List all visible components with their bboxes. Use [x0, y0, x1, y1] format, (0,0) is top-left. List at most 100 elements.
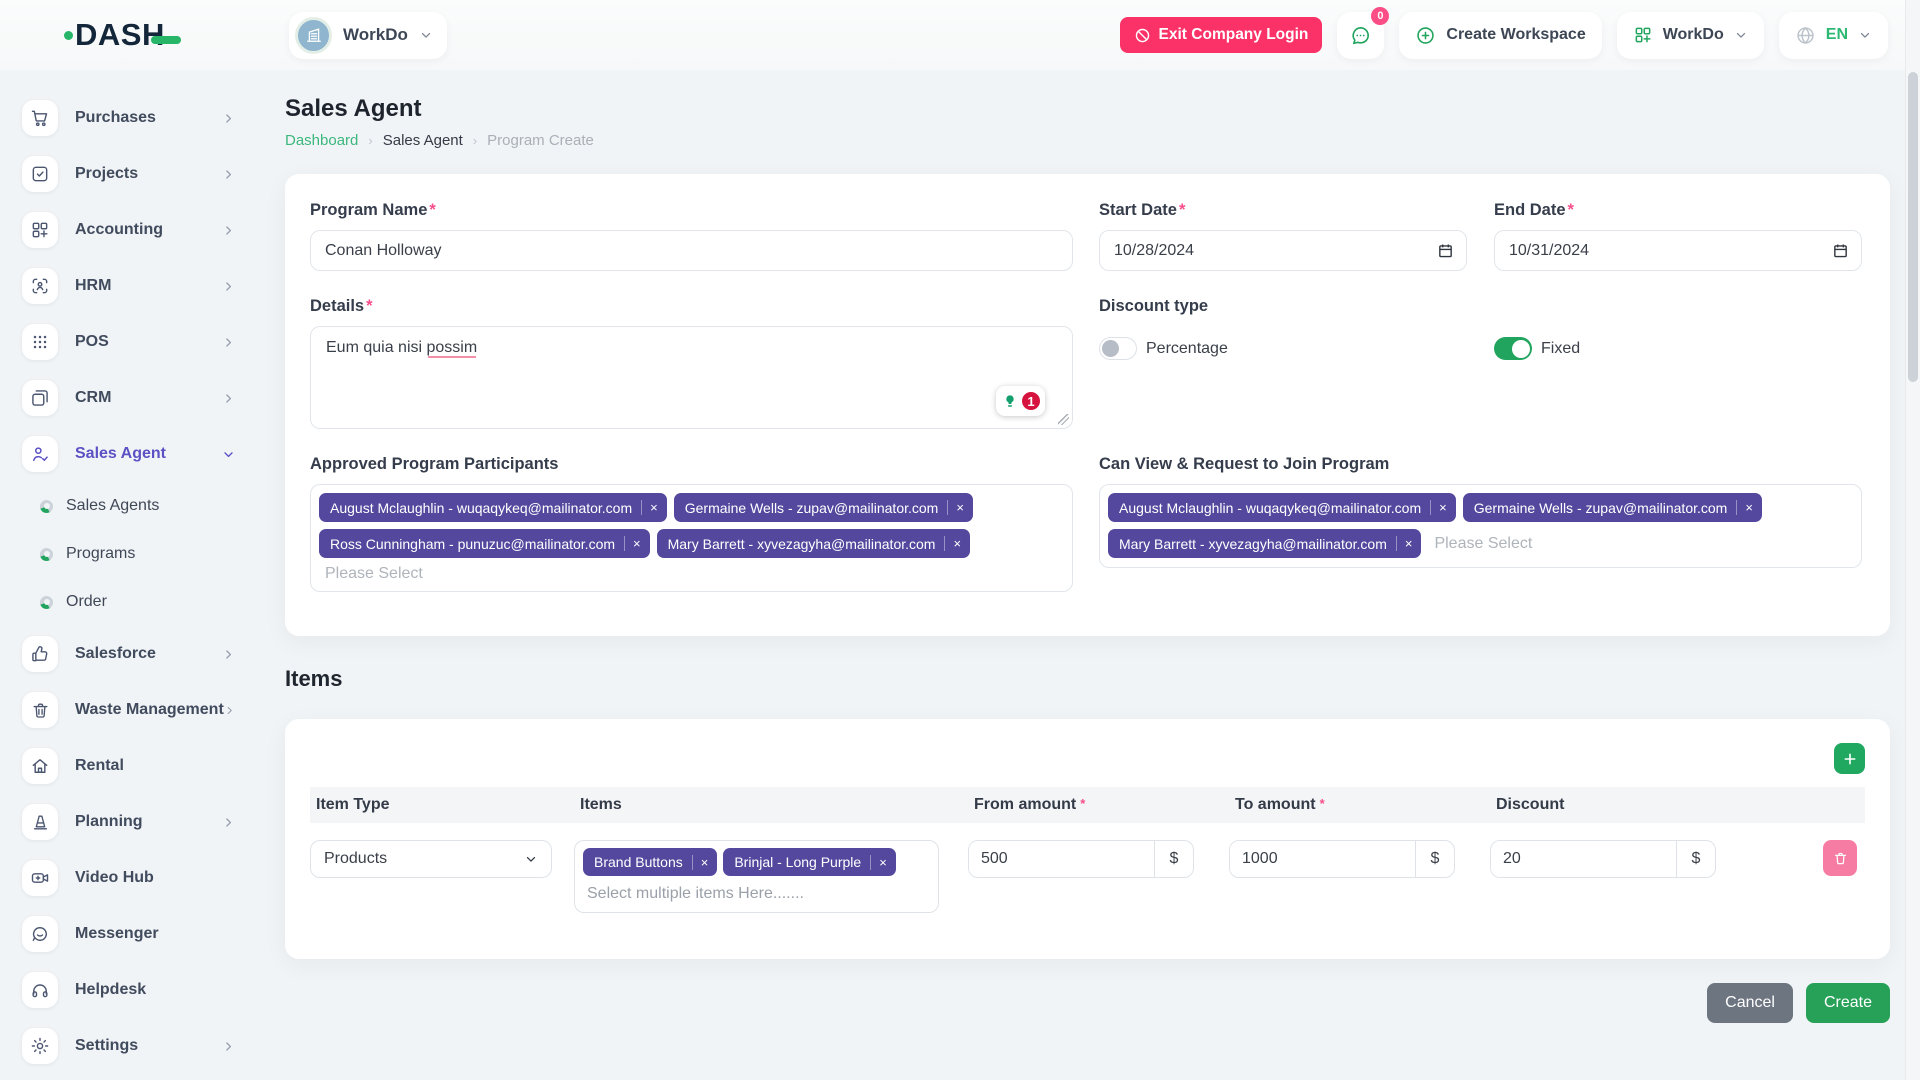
- language-code: EN: [1826, 26, 1848, 44]
- participant-tag: August Mclaughlin - wuqaqykeq@mailinator…: [1108, 493, 1456, 522]
- program-name-input[interactable]: [310, 230, 1073, 271]
- details-label: Details: [310, 297, 1073, 316]
- sidebar-item-pos[interactable]: POS: [0, 314, 255, 370]
- chevron-right-icon: [222, 280, 235, 293]
- resize-handle[interactable]: [1058, 414, 1069, 425]
- remove-tag-icon[interactable]: ×: [956, 500, 973, 515]
- workspace-selector[interactable]: WorkDo: [289, 12, 447, 59]
- sidebar-item-settings[interactable]: Settings: [0, 1018, 255, 1074]
- sidebar-subitem-sales-agents[interactable]: Sales Agents: [0, 482, 255, 530]
- grammar-checker-widget[interactable]: 1: [996, 386, 1045, 416]
- logo-dot-icon: [64, 31, 73, 40]
- sidebar-item-messenger[interactable]: Messenger: [0, 906, 255, 962]
- grid-plus-icon: [22, 212, 58, 248]
- chevron-down-icon: [419, 28, 433, 42]
- remove-tag-icon[interactable]: ×: [1439, 500, 1456, 515]
- thumbs-up-icon: [22, 636, 58, 672]
- sidebar-subitem-programs[interactable]: Programs: [0, 530, 255, 578]
- breadcrumb-dashboard-link[interactable]: Dashboard: [285, 132, 358, 149]
- start-date-input[interactable]: [1099, 230, 1467, 271]
- sidebar-item-crm[interactable]: CRM: [0, 370, 255, 426]
- delete-row-button[interactable]: [1823, 840, 1857, 876]
- exit-company-login-button[interactable]: Exit Company Login: [1120, 17, 1323, 53]
- workspace-grid-icon: [1633, 25, 1653, 45]
- sidebar-item-salesforce[interactable]: Salesforce: [0, 626, 255, 682]
- remove-tag-icon[interactable]: ×: [879, 855, 896, 870]
- percentage-toggle[interactable]: [1099, 337, 1137, 360]
- progress-ring-icon: [40, 596, 53, 609]
- sidebar-item-planning[interactable]: Planning: [0, 794, 255, 850]
- sidebar-item-projects[interactable]: Projects: [0, 146, 255, 202]
- sidebar-subitem-order[interactable]: Order: [0, 578, 255, 626]
- main-content: Sales Agent Dashboard › Sales Agent › Pr…: [255, 70, 1920, 1080]
- messages-button[interactable]: 0: [1337, 12, 1384, 59]
- trash-icon: [1833, 851, 1848, 866]
- create-workspace-button[interactable]: Create Workspace: [1399, 12, 1601, 59]
- item-type-select[interactable]: Products: [310, 840, 552, 878]
- user-check-icon: [22, 436, 58, 472]
- headphones-icon: [22, 972, 58, 1008]
- items-placeholder: Select multiple items Here.......: [587, 885, 930, 903]
- to-amount-input[interactable]: [1230, 841, 1415, 877]
- chevron-right-icon: [224, 704, 235, 717]
- workspace-name: WorkDo: [343, 25, 408, 45]
- end-date-input[interactable]: [1494, 230, 1862, 271]
- logo-text: DASH: [66, 17, 165, 53]
- video-camera-icon: [22, 860, 58, 896]
- sidebar-item-helpdesk[interactable]: Helpdesk: [0, 962, 255, 1018]
- add-item-row-button[interactable]: [1834, 743, 1865, 774]
- sidebar-item-hrm[interactable]: HRM: [0, 258, 255, 314]
- top-bar: DASH WorkDo Exit Company Login 0 Create …: [0, 0, 1920, 70]
- chevron-right-icon: [222, 1040, 235, 1053]
- sidebar-item-rental[interactable]: Rental: [0, 738, 255, 794]
- dash-logo[interactable]: DASH: [66, 17, 181, 53]
- language-selector[interactable]: EN: [1779, 12, 1888, 59]
- create-button[interactable]: Create: [1806, 983, 1890, 1023]
- breadcrumb-separator: ›: [473, 133, 477, 148]
- breadcrumb-current: Program Create: [487, 132, 594, 149]
- remove-tag-icon[interactable]: ×: [650, 500, 667, 515]
- messages-badge: 0: [1371, 7, 1389, 25]
- chevron-right-icon: [222, 816, 235, 829]
- remove-tag-icon[interactable]: ×: [1745, 500, 1762, 515]
- from-amount-input[interactable]: [969, 841, 1154, 877]
- chevron-right-icon: [222, 168, 235, 181]
- discount-input[interactable]: [1491, 841, 1676, 877]
- scrollbar-thumb[interactable]: [1908, 72, 1918, 382]
- remove-tag-icon[interactable]: ×: [1405, 536, 1422, 551]
- remove-tag-icon[interactable]: ×: [953, 536, 970, 551]
- participant-tag: Germaine Wells - zupav@mailinator.com×: [674, 493, 973, 522]
- discount-type-label: Discount type: [1099, 297, 1862, 316]
- window-scrollbar[interactable]: [1905, 0, 1920, 1080]
- items-multiselect[interactable]: Brand Buttons× Brinjal - Long Purple× Se…: [574, 840, 939, 913]
- chat-bubble-icon: [22, 916, 58, 952]
- participant-tag: Germaine Wells - zupav@mailinator.com×: [1463, 493, 1762, 522]
- can-view-participants-multiselect[interactable]: August Mclaughlin - wuqaqykeq@mailinator…: [1099, 484, 1862, 568]
- cart-icon: [22, 100, 58, 136]
- approved-participants-label: Approved Program Participants: [310, 455, 1073, 474]
- column-item-type: Item Type: [310, 796, 574, 814]
- remove-tag-icon[interactable]: ×: [701, 855, 718, 870]
- plus-circle-icon: [1415, 25, 1436, 46]
- workspace-menu-button[interactable]: WorkDo: [1617, 12, 1764, 59]
- chevron-right-icon: [222, 112, 235, 125]
- sidebar-item-accounting[interactable]: Accounting: [0, 202, 255, 258]
- sidebar-item-sales-agent[interactable]: Sales Agent: [0, 426, 255, 482]
- details-textarea[interactable]: Eum quia nisi possim: [310, 326, 1073, 429]
- fixed-toggle[interactable]: [1494, 337, 1532, 360]
- percentage-toggle-label: Percentage: [1146, 340, 1228, 358]
- approved-participants-multiselect[interactable]: August Mclaughlin - wuqaqykeq@mailinator…: [310, 484, 1073, 592]
- gear-icon: [22, 1028, 58, 1064]
- sidebar-item-video-hub[interactable]: Video Hub: [0, 850, 255, 906]
- start-date-label: Start Date: [1099, 201, 1467, 220]
- to-amount-group: $: [1229, 840, 1455, 878]
- remove-tag-icon[interactable]: ×: [633, 536, 650, 551]
- breadcrumb-sales-agent[interactable]: Sales Agent: [383, 132, 463, 149]
- sidebar-item-waste-management[interactable]: Waste Management: [0, 682, 255, 738]
- check-square-icon: [22, 156, 58, 192]
- user-scan-icon: [22, 268, 58, 304]
- sidebar-item-purchases[interactable]: Purchases: [0, 90, 255, 146]
- items-section-title: Items: [285, 666, 1890, 692]
- cancel-button[interactable]: Cancel: [1707, 983, 1793, 1023]
- windows-icon: [22, 380, 58, 416]
